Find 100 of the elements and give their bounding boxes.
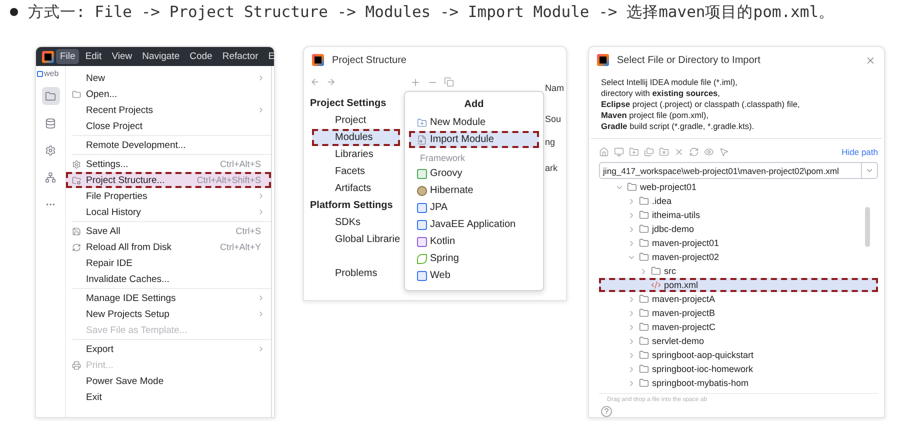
tree-item[interactable]: maven-projectA: [599, 292, 878, 306]
folder-icon: [639, 336, 649, 346]
tree-item[interactable]: src: [599, 264, 878, 278]
tree-item[interactable]: jdbc-demo: [599, 222, 878, 236]
nav-item[interactable]: Global Librarie: [304, 231, 400, 248]
refresh-icon: [72, 242, 81, 252]
nav-item[interactable]: Artifacts: [304, 180, 400, 197]
menu-item[interactable]: Remote Development...: [66, 137, 271, 153]
menu-item[interactable]: Close Project: [66, 118, 271, 134]
section-heading: Platform Settings: [309, 199, 394, 213]
nav-item[interactable]: SDKs: [304, 214, 400, 231]
menu-item[interactable]: New: [66, 70, 271, 86]
bullet-icon: [10, 8, 18, 16]
save-icon: [72, 226, 81, 236]
menu-item[interactable]: Manage IDE Settings: [66, 290, 271, 306]
menu-item[interactable]: Repair IDE: [66, 255, 271, 271]
popup-item[interactable]: Spring: [409, 250, 539, 267]
menu-item[interactable]: Recent Projects: [66, 102, 271, 118]
popup-title: Add: [463, 98, 485, 112]
tree-item[interactable]: pom.xml: [599, 278, 878, 292]
import-icon: [417, 134, 427, 144]
menu-bar-item[interactable]: Navigate: [138, 49, 184, 64]
hide-path-link[interactable]: Hide path: [842, 147, 878, 157]
dialog-title: Select File or Directory to Import: [617, 54, 762, 66]
close-icon[interactable]: [865, 54, 876, 66]
cut-off-label: Nam: [544, 82, 566, 93]
nav-item[interactable]: Modules: [312, 129, 400, 146]
popup-item[interactable]: New Module: [409, 114, 539, 131]
menu-item[interactable]: Exit: [66, 389, 271, 405]
help-button[interactable]: ?: [601, 406, 612, 417]
delete-folder-icon: [659, 147, 669, 157]
menu-item[interactable]: Project Structure... Ctrl+Alt+Shift+S: [66, 172, 271, 188]
scrollbar-thumb[interactable]: [865, 207, 870, 247]
folder-icon: [639, 364, 649, 374]
project-label: web: [44, 69, 59, 78]
folder-icon: [639, 322, 649, 332]
folder-icon: [639, 238, 649, 248]
tree-item[interactable]: maven-project01: [599, 236, 878, 250]
folder-gear-icon: [72, 176, 81, 184]
menu-item[interactable]: Local History: [66, 204, 271, 220]
description-line: Select Intellij IDEA module file (*.iml),: [601, 77, 738, 88]
popup-section-label: Framework: [419, 152, 466, 165]
menu-bar-item[interactable]: Code: [186, 49, 216, 64]
nav-item[interactable]: Libraries: [304, 146, 400, 163]
menu-item[interactable]: Power Save Mode: [66, 373, 271, 389]
menu-item[interactable]: Reload All from Disk Ctrl+Alt+Y: [66, 239, 271, 255]
folder-icon: [417, 118, 427, 128]
app-logo-icon: [42, 50, 54, 62]
description-line: Gradle build script (*.gradle, *.gradle.kts).: [601, 121, 756, 132]
cut-off-label: ark: [544, 162, 559, 173]
menu-bar-item[interactable]: Edit: [81, 49, 106, 64]
nav-item[interactable]: Project: [304, 112, 400, 129]
path-field[interactable]: jing_417_workspace\web-project01\maven-project02\pom.xml: [599, 162, 878, 179]
project-tool-button[interactable]: [42, 87, 60, 105]
eye-icon: [704, 147, 714, 157]
popup-item[interactable]: JavaEE Application: [409, 216, 539, 233]
dropdown-chevron-icon: [865, 166, 874, 175]
popup-item[interactable]: Groovy: [409, 165, 539, 182]
menu-item[interactable]: Export: [66, 341, 271, 357]
popup-item[interactable]: Web: [409, 267, 539, 284]
home-icon: [599, 147, 609, 157]
menu-bar-item[interactable]: E: [264, 49, 274, 64]
printer-icon: [72, 360, 81, 370]
structure-icon: [45, 172, 56, 182]
menu-bar-item[interactable]: Refactor: [218, 49, 262, 64]
popup-item[interactable]: Kotlin: [409, 233, 539, 250]
menu-item[interactable]: Save All Ctrl+S: [66, 223, 271, 239]
tree-item[interactable]: springboot-ioc-homework: [599, 362, 878, 376]
tree-item[interactable]: maven-projectC: [599, 320, 878, 334]
menu-item[interactable]: File Properties: [66, 188, 271, 204]
app-logo-icon: [597, 54, 609, 66]
menu-bar-item[interactable]: File: [56, 49, 80, 64]
folder-icon: [639, 378, 649, 388]
menu-item[interactable]: Settings... Ctrl+Alt+S: [66, 156, 271, 172]
tree-item[interactable]: maven-project02: [599, 250, 878, 264]
menu-item[interactable]: Invalidate Caches...: [66, 271, 271, 287]
tree-item[interactable]: itheima-utils: [599, 208, 878, 222]
step-heading: 方式一: File -> Project Structure -> Modules -> Import Module -> 选择maven项目的pom.xml。: [28, 2, 835, 22]
folders-icon: [644, 147, 654, 157]
popup-item[interactable]: Import Module: [409, 131, 539, 148]
folder-icon: [72, 90, 81, 98]
folder-icon: [627, 182, 637, 192]
tree-item[interactable]: .idea: [599, 194, 878, 208]
tree-item[interactable]: web-project01: [599, 180, 878, 194]
tree-item[interactable]: springboot-aop-quickstart: [599, 348, 878, 362]
description-line: Eclipse project (.project) or classpath (.classpath) file,: [601, 99, 801, 110]
menu-item[interactable]: New Projects Setup: [66, 306, 271, 322]
menu-bar-item[interactable]: View: [108, 49, 136, 64]
nav-item[interactable]: Facets: [304, 163, 400, 180]
folder-icon: [639, 196, 649, 206]
tree-item[interactable]: servlet-demo: [599, 334, 878, 348]
folder-icon: [639, 350, 649, 360]
cut-off-label: ng: [544, 136, 556, 147]
folder-icon: [639, 224, 649, 234]
tree-item[interactable]: springboot-mybatis-hom: [599, 376, 878, 390]
tree-item[interactable]: maven-projectB: [599, 306, 878, 320]
popup-item[interactable]: Hibernate: [409, 182, 539, 199]
popup-item[interactable]: JPA: [409, 199, 539, 216]
menu-item[interactable]: Open...: [66, 86, 271, 102]
nav-item[interactable]: Problems: [304, 265, 400, 282]
